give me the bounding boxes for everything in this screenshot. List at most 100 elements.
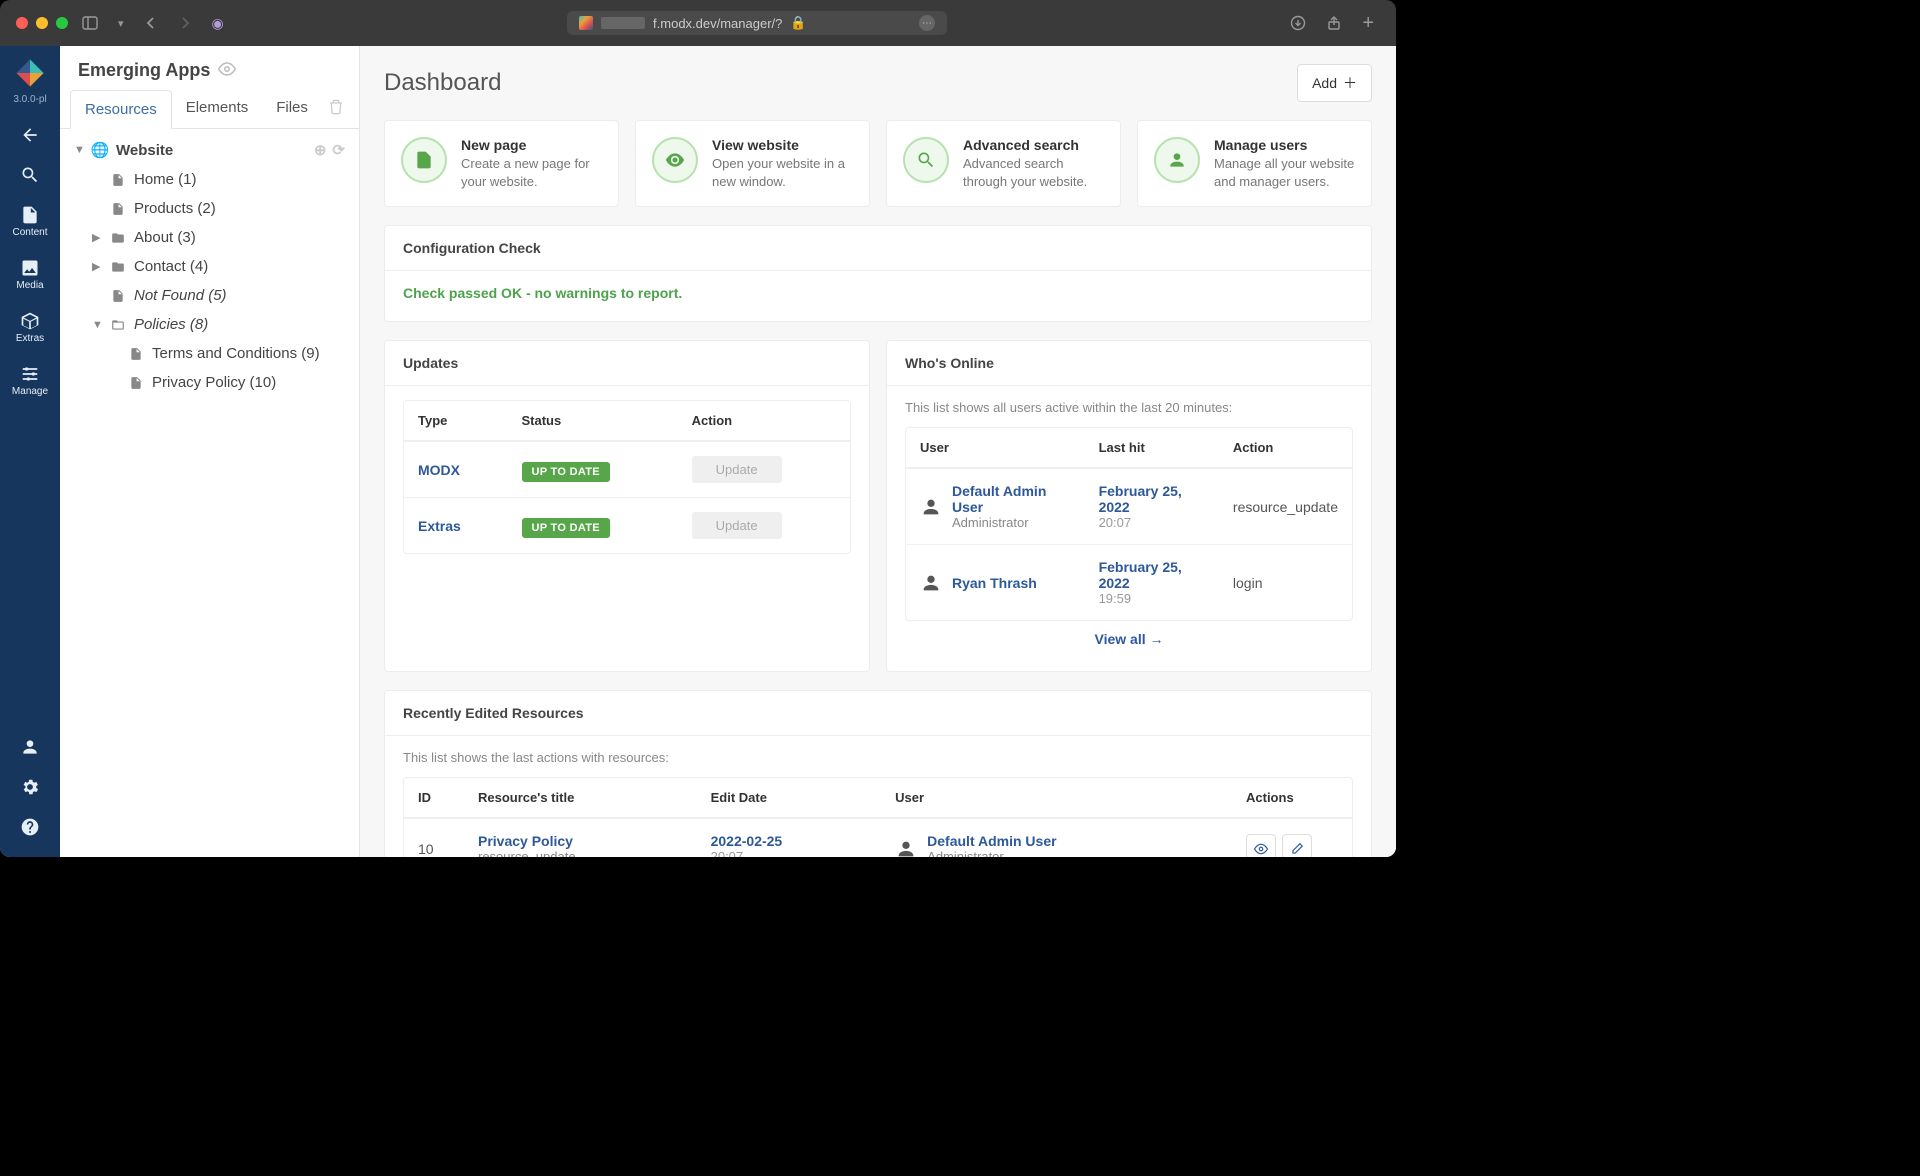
quick-cards: New pageCreate a new page for your websi…: [384, 120, 1372, 207]
tree-node[interactable]: Not Found (5): [64, 281, 355, 310]
config-check-panel: Configuration Check Check passed OK - no…: [384, 225, 1372, 322]
tree-node-label: Policies (8): [134, 316, 208, 333]
resource-tree: ▼ 🌐 Website ⊕⟳ Home (1)Products (2)▶Abou…: [60, 129, 359, 857]
back-icon[interactable]: [138, 12, 164, 34]
user-name-link[interactable]: Ryan Thrash: [952, 575, 1037, 591]
whos-online-table: User Last hit Action Default Admin UserA…: [905, 427, 1353, 621]
card-title: Advanced search: [963, 137, 1104, 153]
modx-logo[interactable]: [13, 56, 47, 90]
tree-node-label: Terms and Conditions (9): [152, 345, 320, 362]
quick-card[interactable]: View websiteOpen your website in a new w…: [635, 120, 870, 207]
chevron-down-icon[interactable]: ▾: [112, 13, 130, 34]
updates-col-type: Type: [404, 401, 508, 441]
tree-node[interactable]: Terms and Conditions (9): [64, 339, 355, 368]
minimize-window-button[interactable]: [36, 17, 48, 29]
caret-icon[interactable]: ▶: [92, 231, 102, 244]
trash-icon[interactable]: [322, 93, 350, 124]
add-icon[interactable]: ⊕: [314, 141, 327, 159]
update-button[interactable]: Update: [692, 512, 782, 539]
update-button[interactable]: Update: [692, 456, 782, 483]
doc-icon: [110, 173, 126, 187]
caret-down-icon[interactable]: ▼: [74, 144, 84, 156]
page-title: Dashboard: [384, 69, 501, 97]
url-text: f.modx.dev/manager/?: [653, 16, 782, 31]
quick-card[interactable]: Advanced search Advanced search through y…: [886, 120, 1121, 207]
reader-icon[interactable]: ⋯: [919, 15, 935, 31]
url-bar[interactable]: f.modx.dev/manager/? 🔒 ⋯: [567, 11, 947, 35]
rail-content[interactable]: Content: [0, 195, 60, 248]
card-desc: Advanced search through your website.: [963, 155, 1104, 190]
tree-node[interactable]: Privacy Policy (10): [64, 368, 355, 397]
whos-online-title: Who's Online: [887, 341, 1371, 386]
rail-search[interactable]: [0, 155, 60, 195]
last-hit-date: February 25, 2022: [1099, 483, 1205, 515]
edit-icon[interactable]: [1282, 834, 1312, 857]
recent-panel: Recently Edited Resources This list show…: [384, 690, 1372, 857]
view-icon[interactable]: [1246, 834, 1276, 857]
file-icon: [401, 137, 447, 183]
tab-resources[interactable]: Resources: [70, 90, 172, 129]
resource-title-link[interactable]: Privacy Policy: [478, 833, 573, 849]
tree-node[interactable]: Home (1): [64, 165, 355, 194]
rail-settings[interactable]: [0, 767, 60, 807]
new-tab-icon[interactable]: +: [1356, 8, 1380, 39]
add-button[interactable]: Add＋: [1297, 64, 1372, 102]
rail-manage[interactable]: Manage: [0, 354, 60, 407]
tab-files[interactable]: Files: [262, 89, 322, 128]
caret-icon[interactable]: ▼: [92, 319, 102, 331]
rail-extras-label: Extras: [16, 333, 44, 344]
tree-node[interactable]: ▶About (3): [64, 223, 355, 252]
tree-node[interactable]: Products (2): [64, 194, 355, 223]
recent-title: Recently Edited Resources: [385, 691, 1371, 736]
shield-icon[interactable]: ◉: [206, 11, 230, 36]
recent-col-title: Resource's title: [464, 778, 697, 818]
eye-icon[interactable]: [218, 60, 236, 81]
rail-extras[interactable]: Extras: [0, 301, 60, 354]
update-type-link[interactable]: MODX: [418, 462, 460, 478]
table-row: Extras UP TO DATE Update: [404, 497, 850, 553]
folder-open-icon: [110, 318, 126, 332]
tab-elements[interactable]: Elements: [172, 89, 263, 128]
share-icon[interactable]: [1320, 11, 1348, 35]
folder-icon: [110, 231, 126, 245]
card-desc: Open your website in a new window.: [712, 155, 853, 190]
updates-col-action: Action: [678, 401, 850, 441]
recent-col-user: User: [881, 778, 1232, 818]
tree-root[interactable]: ▼ 🌐 Website ⊕⟳: [64, 135, 355, 165]
status-badge: UP TO DATE: [522, 518, 610, 538]
table-row: Ryan ThrashFebruary 25, 202219:59login: [906, 544, 1352, 620]
tree-node-label: Contact (4): [134, 258, 208, 275]
update-type-link[interactable]: Extras: [418, 518, 461, 534]
updates-col-status: Status: [508, 401, 678, 441]
sidebar-toggle-icon[interactable]: [76, 11, 104, 35]
refresh-icon[interactable]: ⟳: [332, 141, 345, 159]
whos-online-subtitle: This list shows all users active within …: [905, 400, 1353, 415]
last-hit-time: 20:07: [1099, 515, 1205, 530]
rail-user[interactable]: [0, 727, 60, 767]
caret-icon[interactable]: ▶: [92, 260, 102, 273]
doc-icon: [110, 202, 126, 216]
doc-icon: [128, 347, 144, 361]
tree-node[interactable]: ▶ Contact (4): [64, 252, 355, 281]
recent-user-role: Administrator: [927, 849, 1056, 857]
maximize-window-button[interactable]: [56, 17, 68, 29]
rail-back[interactable]: [0, 115, 60, 155]
close-window-button[interactable]: [16, 17, 28, 29]
tree-node[interactable]: ▼ Policies (8): [64, 310, 355, 339]
online-action: resource_update: [1219, 468, 1352, 544]
rail-media[interactable]: Media: [0, 248, 60, 301]
forward-icon[interactable]: [172, 12, 198, 34]
last-hit-time: 19:59: [1099, 591, 1205, 606]
config-check-title: Configuration Check: [385, 226, 1371, 271]
quick-card[interactable]: New pageCreate a new page for your websi…: [384, 120, 619, 207]
user-name-link[interactable]: Default Admin User: [952, 483, 1071, 515]
table-row: 10Privacy Policyresource_update2022-02-2…: [404, 818, 1352, 857]
traffic-lights: [16, 17, 68, 29]
recent-user-link[interactable]: Default Admin User: [927, 833, 1056, 849]
rail-help[interactable]: [0, 807, 60, 847]
whos-online-panel: Who's Online This list shows all users a…: [886, 340, 1372, 672]
quick-card[interactable]: Manage usersManage all your website and …: [1137, 120, 1372, 207]
view-all-link[interactable]: View all →: [905, 621, 1353, 651]
card-desc: Create a new page for your website.: [461, 155, 602, 190]
download-icon[interactable]: [1284, 11, 1312, 35]
